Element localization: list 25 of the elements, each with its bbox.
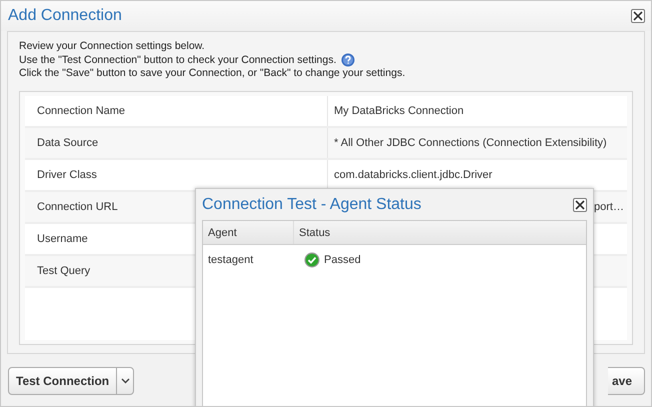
column-header: Agent: [203, 221, 294, 244]
setting-value: port…: [594, 200, 624, 212]
close-button[interactable]: [631, 9, 645, 23]
setting-value: * All Other JDBC Connections (Connection Extensibility): [334, 136, 607, 148]
close-button[interactable]: [573, 198, 587, 212]
instruction-text: Review your Connection settings below.: [19, 40, 205, 54]
check-icon: [304, 252, 320, 268]
dialog-title: Connection Test - Agent Status: [202, 196, 422, 214]
column-header: Status: [298, 226, 330, 240]
setting-label: Connection Name: [37, 104, 126, 116]
window-title: Add Connection: [8, 7, 122, 25]
help-icon[interactable]: [341, 53, 356, 68]
setting-label: Test Query: [37, 264, 90, 276]
agent-name: testagent: [208, 254, 254, 266]
status-text: Passed: [324, 254, 361, 266]
setting-label: Username: [37, 232, 88, 244]
caret-icon: [120, 378, 130, 384]
setting-label: Data Source: [37, 136, 98, 148]
setting-label: Driver Class: [37, 168, 97, 180]
instruction-text: Use the "Test Connection" button to check your Connection settings.: [19, 54, 336, 67]
setting-label: Connection URL: [37, 200, 118, 212]
setting-value: My DataBricks Connection: [334, 104, 464, 116]
save-button[interactable]: ave: [608, 367, 645, 395]
setting-value: com.databricks.client.jdbc.Driver: [334, 168, 492, 180]
instruction-text: Click the "Save" button to save your Connection, or "Back" to change your settings.: [19, 67, 406, 80]
